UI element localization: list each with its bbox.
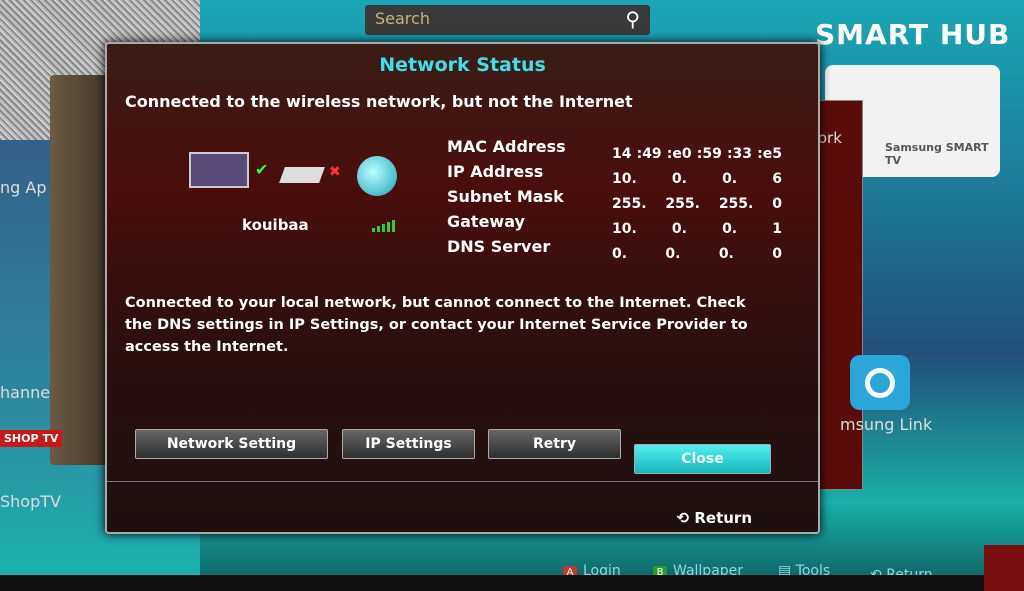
- subnet-value: 255. 255. 255. 0: [612, 196, 782, 212]
- promo-label: Samsung SMART TV: [885, 141, 989, 167]
- subnet-label: Subnet Mask: [447, 187, 564, 206]
- dns-value: 0. 0. 0. 0: [612, 246, 782, 262]
- gateway-label: Gateway: [447, 212, 525, 231]
- x-mark-icon: ✖: [329, 164, 341, 180]
- ip-settings-button[interactable]: IP Settings: [342, 429, 475, 459]
- status-message: Connected to your local network, but can…: [125, 295, 748, 355]
- tv-bezel: [0, 575, 1024, 591]
- mac-label: MAC Address: [447, 137, 566, 156]
- ip-label: IP Address: [447, 162, 544, 181]
- mac-value: 14:49:e0:59:33:e5: [612, 146, 782, 162]
- network-field-values: 14:49:e0:59:33:e5 10. 0. 0. 6 255. 255. 255. 0…: [612, 142, 782, 267]
- return-icon: ⟲: [676, 509, 690, 527]
- retry-button[interactable]: Retry: [488, 429, 621, 459]
- signal-strength-icon: [372, 220, 395, 232]
- samsung-link-icon[interactable]: [850, 355, 910, 410]
- return-label: Return: [694, 509, 752, 527]
- ip-value: 10. 0. 0. 6: [612, 171, 782, 187]
- samsung-link-label[interactable]: msung Link: [840, 415, 932, 434]
- dialog-title: Network Status: [379, 54, 546, 76]
- network-ssid: kouibaa: [242, 216, 309, 234]
- search-icon[interactable]: ⚲: [625, 7, 640, 31]
- background-red-corner: [984, 545, 1024, 591]
- network-status-dialog: Network Status Connected to the wireless…: [105, 42, 820, 534]
- globe-icon: [357, 156, 397, 196]
- app-label-partial[interactable]: ng Ap: [0, 178, 46, 197]
- shoptv-badge[interactable]: SHOP TV: [0, 430, 63, 447]
- dialog-return-button[interactable]: ⟲ Return: [677, 509, 752, 527]
- dialog-divider: [107, 481, 818, 482]
- gateway-value: 10. 0. 0. 1: [612, 221, 782, 237]
- connection-headline: Connected to the wireless network, but n…: [125, 92, 633, 111]
- dns-label: DNS Server: [447, 237, 551, 256]
- channel-label-partial[interactable]: hanne: [0, 383, 50, 402]
- search-placeholder: Search: [375, 9, 430, 28]
- shoptv-label[interactable]: ShopTV: [0, 492, 61, 511]
- network-field-labels: MAC Address IP Address Subnet Mask Gatew…: [447, 134, 566, 259]
- router-icon: [279, 167, 325, 183]
- tv-icon: [189, 152, 249, 188]
- smart-hub-logo: SMART HUB: [815, 18, 1011, 51]
- close-button[interactable]: Close: [634, 444, 771, 474]
- network-setting-button[interactable]: Network Setting: [135, 429, 328, 459]
- check-icon: ✔: [255, 160, 269, 179]
- search-input[interactable]: Search ⚲: [365, 5, 650, 35]
